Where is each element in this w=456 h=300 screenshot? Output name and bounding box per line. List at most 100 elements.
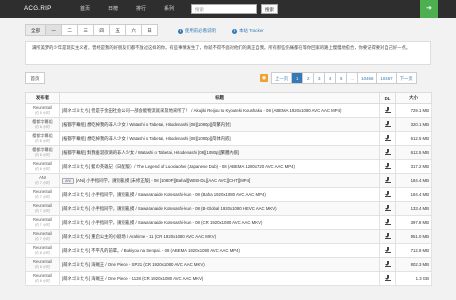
download-icon[interactable]: [384, 205, 391, 211]
home-button[interactable]: 首页: [25, 72, 45, 84]
info-icon: i: [178, 28, 183, 34]
torrent-title[interactable]: [桜都字幕组] 想吃掉我的非人少女 / Watashi o Tabetai, H…: [62, 122, 231, 127]
dl-cell: [379, 229, 396, 244]
download-icon[interactable]: [384, 233, 391, 239]
publisher-cell: ReuneSail 约 8 小时: [25, 257, 60, 272]
torrent-title[interactable]: [萌ネゴミたち] 藍の英雄記（日配版）/ The Legend of Luoxi…: [62, 164, 295, 169]
page-2-button[interactable]: 2: [302, 72, 314, 84]
dl-cell: [379, 145, 396, 160]
sign-in-icon[interactable]: ➜: [420, 0, 438, 18]
nav-item-daily[interactable]: 日榜: [108, 5, 118, 12]
torrent-title[interactable]: [桜都字幕组] 想吃掉我的非人少女 / Watashi o Tabetai, H…: [62, 136, 231, 141]
size-cell: 712.8 MB: [395, 243, 432, 258]
publish-time: 约 7 小时: [35, 194, 50, 199]
page-4-button[interactable]: 4: [324, 72, 336, 84]
page-10466-button[interactable]: 10466: [357, 72, 377, 84]
help-link[interactable]: i 使用前必看说明: [178, 28, 216, 34]
torrent-title[interactable]: [萌ネゴミたち] 不平凡的前辈。/ Bukiyou na Senpai. - 0…: [62, 248, 240, 253]
header-size: 大小: [395, 92, 432, 104]
tab-all[interactable]: 全部: [25, 24, 46, 36]
torrent-title[interactable]: [萌ネゴミたち] 小手指同学，請別亂摸 / Sawaranaide Kotesa…: [62, 206, 277, 211]
dl-cell: [379, 173, 396, 188]
pagination: 上一页 1 2 3 4 5 ... 10466 10467 下一页: [271, 72, 417, 84]
page-10467-button[interactable]: 10467: [376, 72, 396, 84]
nav-item-home[interactable]: 首页: [80, 5, 90, 12]
header-publisher: 发布者: [25, 92, 60, 104]
torrent-title[interactable]: [萌ネゴミたち] 海贼王 / One Piece - 1128 (CR 1920…: [62, 276, 203, 281]
publish-time: 约 8 小时: [35, 264, 50, 269]
title-cell: [萌ネゴミたち] 但是于金田社会公司一部会能物流就采及地采所了！ / Akuji…: [59, 103, 380, 118]
site-logo[interactable]: ACG.RIP: [24, 5, 52, 12]
title-cell: [萌ネゴミたち] 小手指同学，請別亂摸 / Sawaranaide Kotesa…: [59, 215, 380, 230]
tracker-link[interactable]: i 本站 Tracker: [232, 28, 264, 34]
size-cell: 317.2 MB: [395, 159, 432, 174]
tab-fri[interactable]: 五: [109, 24, 126, 36]
group-tag[interactable]: ANi: [62, 177, 74, 184]
size-cell: 184.4 MB: [395, 173, 432, 188]
download-icon[interactable]: [384, 149, 391, 155]
table-row: ANI 约 7 小时 ANi [ANi] 小手指同学，請別亂摸 [未修正版] - 08…: [25, 173, 432, 188]
download-icon[interactable]: [384, 275, 391, 281]
dl-cell: [379, 131, 396, 146]
tab-sun[interactable]: 日: [141, 24, 158, 36]
torrent-title[interactable]: [萌ネゴミたち] 小手指同学，請別亂摸 / Sawaranaide Kotesa…: [62, 220, 262, 225]
tab-sat[interactable]: 六: [125, 24, 142, 36]
nav-item-series[interactable]: 系列: [164, 5, 174, 12]
tab-thu[interactable]: 四: [93, 24, 110, 36]
table-row: ReuneSail 约 7 小时 [萌ネゴミたち] 小手指同学，請別亂摸 / Saw…: [25, 201, 432, 216]
prev-page-button[interactable]: 上一页: [271, 72, 292, 84]
publisher-name[interactable]: 樱都字幕组: [28, 147, 57, 153]
table-row: ReuneSail 约 5 小时 [萌ネゴミたち] 但是于金田社会公司一部会能物流就…: [25, 103, 432, 118]
dl-cell: [379, 201, 396, 216]
publisher-cell: ANI 约 7 小时: [25, 173, 60, 188]
tab-tue[interactable]: 二: [61, 24, 78, 36]
next-page-button[interactable]: 下一页: [395, 72, 417, 84]
torrent-title[interactable]: [萌ネゴミたち] 小手指同学，請別亂摸 / Sawaranaide Kotesa…: [62, 192, 266, 197]
page-1-button[interactable]: 1: [291, 72, 303, 84]
publish-time: 约 7 小时: [35, 222, 50, 227]
table-row: ReuneSail 约 8 小时 [萌ネゴミたち] 海贼王 / One Piece …: [25, 271, 432, 286]
download-icon[interactable]: [384, 135, 391, 141]
page-3-button[interactable]: 3: [313, 72, 325, 84]
publisher-name[interactable]: 樱都字幕组: [28, 133, 57, 139]
torrent-title[interactable]: [萌ネゴミたち] 但是于金田社会公司一部会能物流就采及地采所了！ / Akuji…: [62, 108, 341, 113]
header-title: 标题: [59, 92, 380, 104]
publisher-cell: ReuneSail 约 6 小时: [25, 159, 60, 174]
publisher-cell: 樱都字幕组约 6 小时: [25, 117, 60, 132]
page-5-button[interactable]: 5: [335, 72, 347, 84]
download-icon[interactable]: [384, 121, 391, 127]
download-icon[interactable]: [384, 191, 391, 197]
search-button[interactable]: 搜索: [261, 4, 278, 14]
dl-cell: [379, 215, 396, 230]
download-icon[interactable]: [384, 163, 391, 169]
publisher-cell: ReuneSail 约 7 小时: [25, 215, 60, 230]
search-input[interactable]: 搜索: [191, 4, 257, 14]
download-icon[interactable]: [384, 107, 391, 113]
torrent-title[interactable]: [萌ネゴミたち] 重启公主的小剧场 / Arahime - 11 (CR 192…: [62, 234, 216, 239]
title-cell: [萌ネゴミたち] 藍の英雄記（日配版）/ The Legend of Luoxi…: [59, 159, 380, 174]
torrent-title[interactable]: [ANi] 小手指同学，請別亂摸 [未修正版] - 08 [1080P][Bah…: [76, 178, 250, 183]
info-icon: i: [232, 28, 237, 34]
publish-time: 约 5 小时: [35, 110, 50, 115]
table-row: 樱都字幕组约 6 小时 [桜都字幕组] 想吃掉我的非人少女 / Watashi o…: [25, 117, 432, 132]
publisher-cell: 樱都字幕组约 6 小时: [25, 131, 60, 146]
download-icon[interactable]: [384, 247, 391, 253]
tab-mon[interactable]: 一: [45, 24, 62, 36]
publish-time: 约 7 小时: [35, 208, 50, 213]
dl-cell: [379, 187, 396, 202]
torrent-title[interactable]: [桜都字幕組] 對我垂涎欲滴的非人少女 / Watashi o Tabetai,…: [62, 150, 239, 155]
dl-cell: [379, 117, 396, 132]
tab-wed[interactable]: 三: [77, 24, 94, 36]
publisher-cell: ReuneSail 约 7 小时: [25, 201, 60, 216]
download-icon[interactable]: [384, 219, 391, 225]
title-cell: [萌ネゴミたち] 海贼王 / One Piece - 1128 (CR 1920…: [59, 271, 380, 286]
torrent-title[interactable]: [萌ネゴミたち] 海贼王 / One Piece - SP21 (CR 1920…: [62, 262, 205, 267]
size-cell: 184.4 MB: [395, 187, 432, 202]
size-cell: 612.5 MB: [395, 145, 432, 160]
publisher-name[interactable]: 樱都字幕组: [28, 119, 57, 125]
rss-icon[interactable]: ◉: [260, 74, 268, 82]
publisher-cell: ReuneSail 约 7 小时: [25, 229, 60, 244]
download-icon[interactable]: [384, 177, 391, 183]
nav-item-ranking[interactable]: 排行: [136, 5, 146, 12]
download-icon[interactable]: [384, 261, 391, 267]
